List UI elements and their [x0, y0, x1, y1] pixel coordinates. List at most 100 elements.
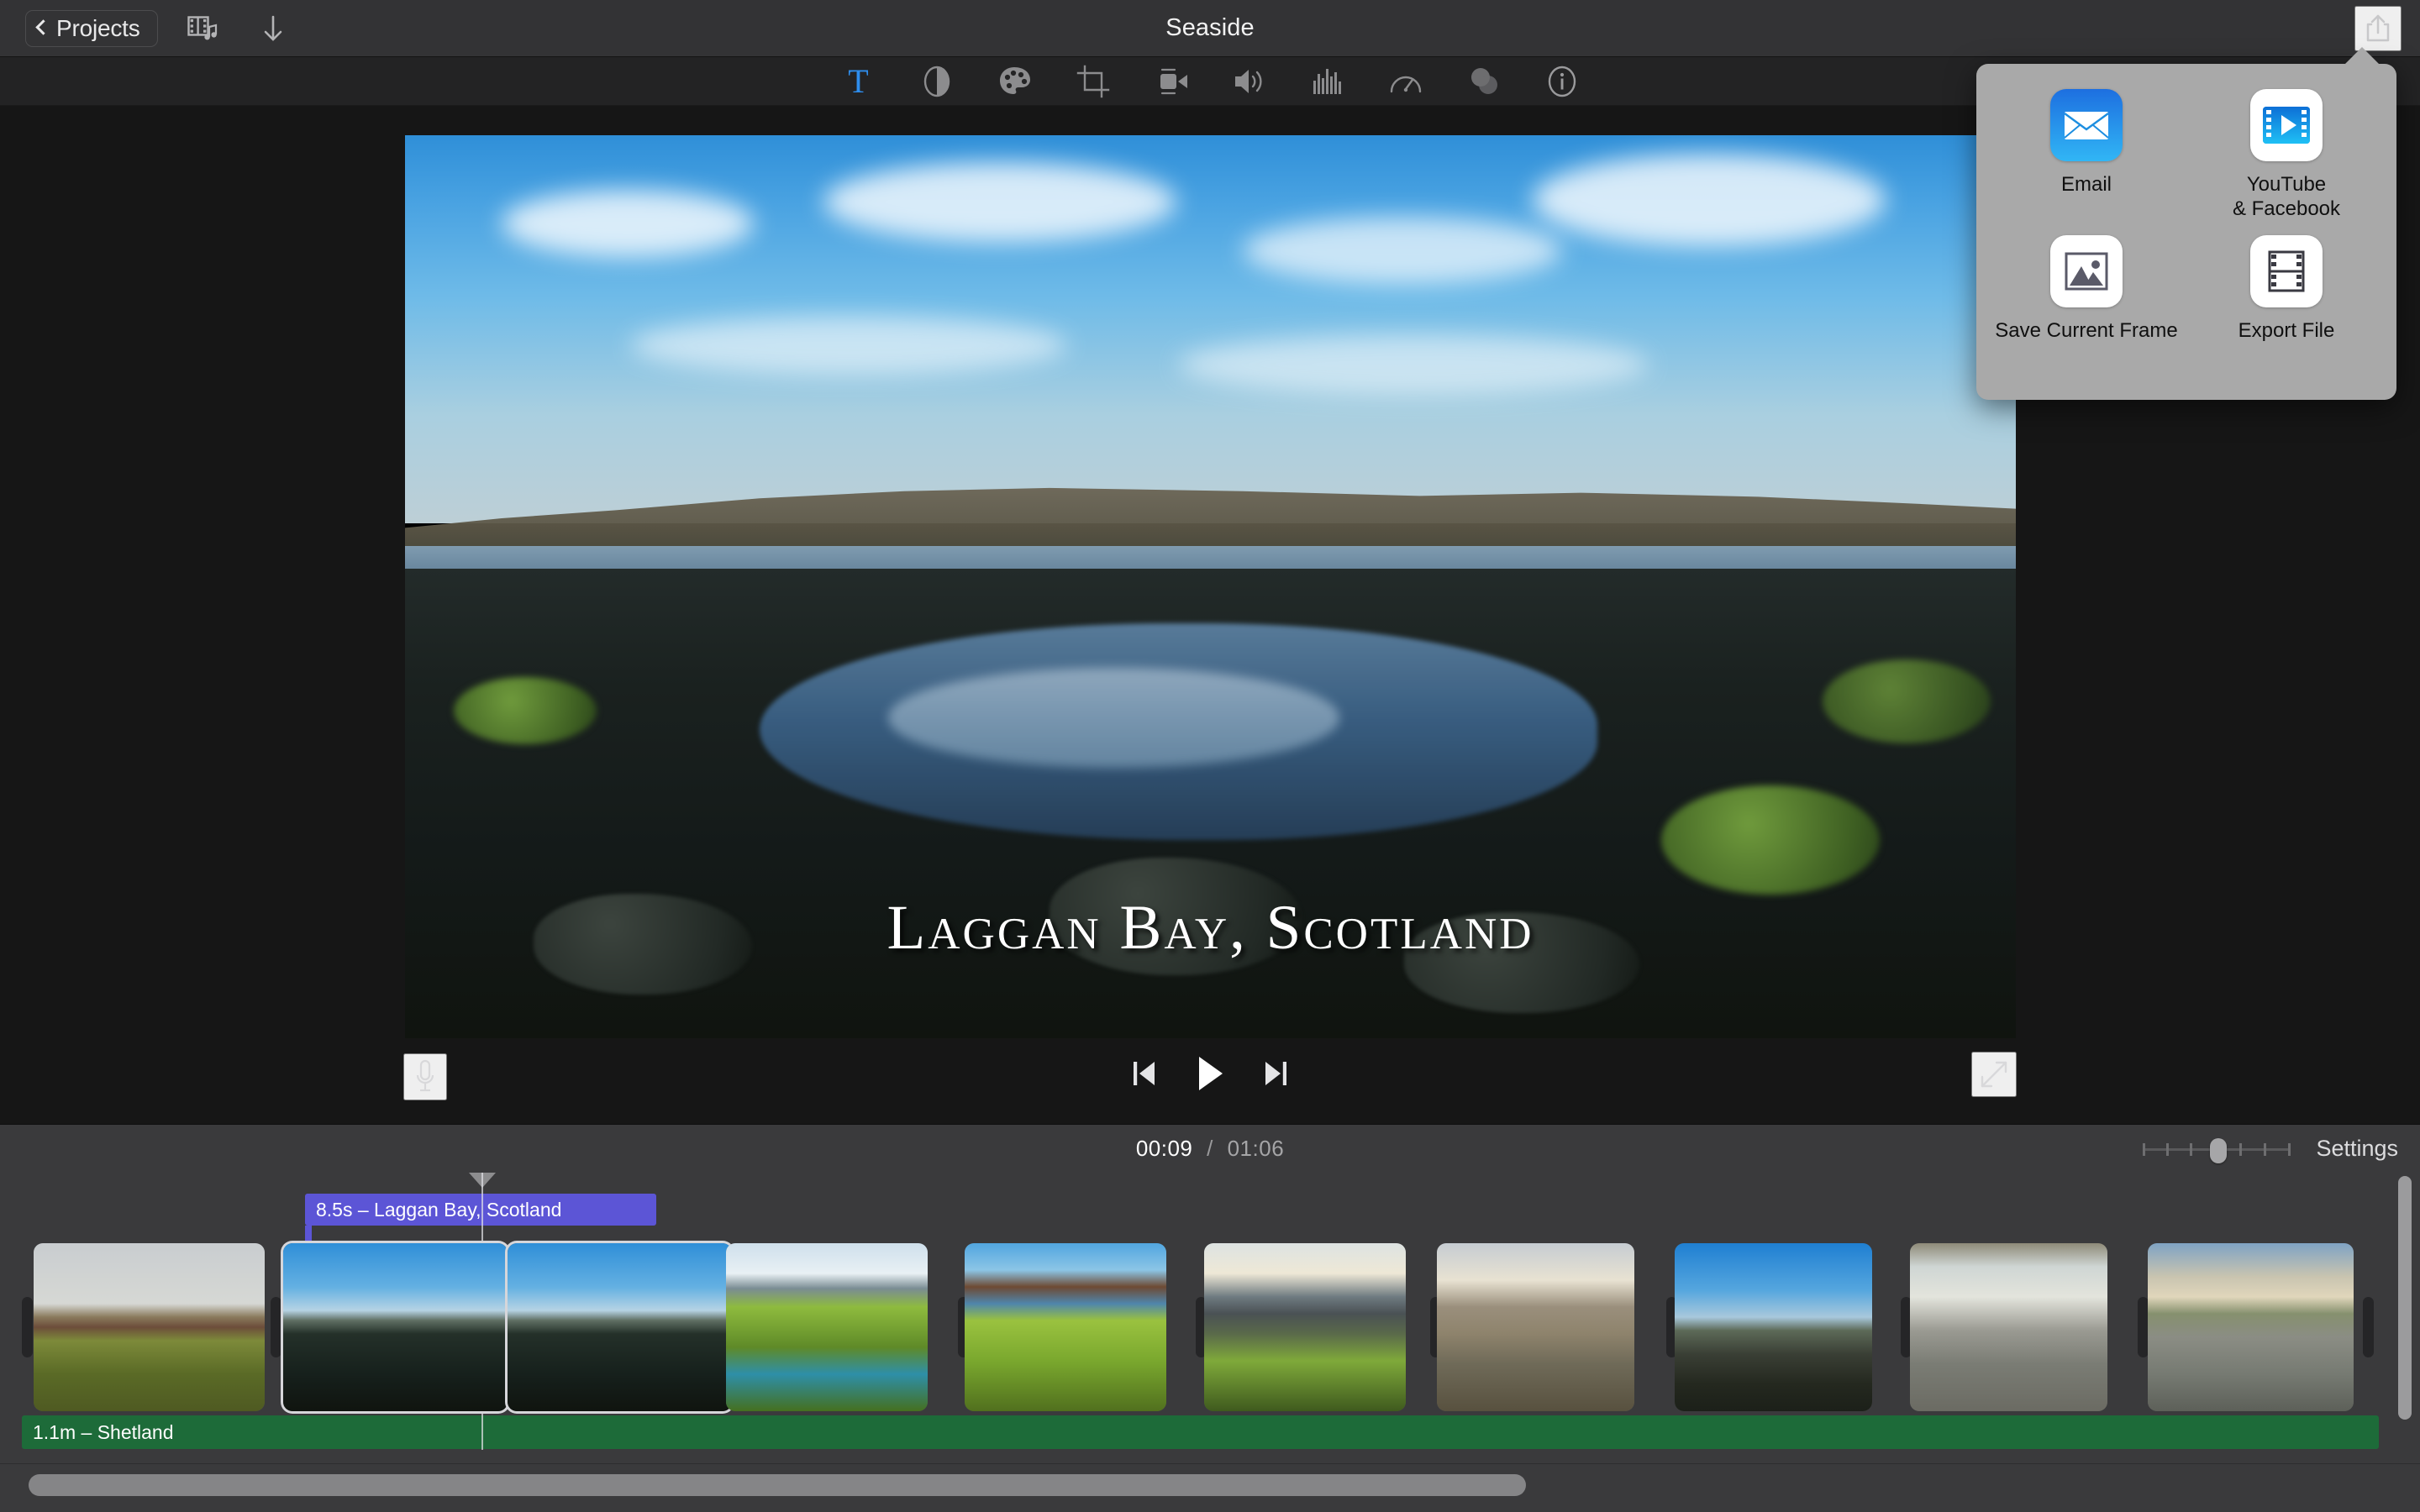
speedometer-icon [1390, 76, 1421, 92]
tool-info[interactable] [1543, 62, 1581, 101]
clip-thumbnail [726, 1243, 928, 1411]
timeline-panel[interactable]: 8.5s – Laggan Bay, Scotland [0, 1173, 2420, 1512]
zoom-slider-tick [2264, 1142, 2267, 1156]
timeline-clip[interactable] [34, 1243, 265, 1411]
timeline-clip[interactable] [1204, 1243, 1406, 1411]
preview-moss [1661, 785, 1881, 895]
preview-cloud [823, 162, 1177, 243]
timeline-vertical-scrollbar[interactable] [2398, 1176, 2412, 1420]
share-popover: Email YouTube & Facebook Save Current Fr… [1976, 64, 2396, 400]
share-youtube-facebook-label: YouTube & Facebook [2232, 173, 2341, 221]
timeline-clip-selected[interactable] [283, 1243, 508, 1411]
timeline-clip[interactable] [1437, 1243, 1634, 1411]
preview-cloud [1532, 153, 1886, 246]
preview-cloud [1178, 333, 1649, 395]
settings-button[interactable]: Settings [2316, 1136, 2398, 1162]
clip-handle[interactable] [271, 1297, 281, 1357]
share-button[interactable] [2354, 6, 2402, 51]
title-overlay-text: Laggan Bay, Scotland [886, 893, 1534, 963]
video-preview[interactable]: Laggan Bay, Scotland [405, 135, 2016, 1038]
title-bar: Projects Seaside [0, 0, 2420, 57]
project-title: Seaside [1165, 14, 1255, 41]
fullscreen-button[interactable] [1971, 1052, 2017, 1097]
total-duration: 01:06 [1227, 1136, 1285, 1161]
share-youtube-facebook[interactable]: YouTube & Facebook [2186, 89, 2386, 235]
back-to-projects-button[interactable]: Projects [25, 9, 158, 47]
skip-next-icon [1265, 1062, 1286, 1085]
tool-volume[interactable] [1230, 62, 1269, 101]
viewer-controls [0, 1033, 2420, 1117]
preview-cloud [1242, 216, 1562, 284]
clip-thumbnail [283, 1243, 508, 1411]
equalizer-icon [1313, 68, 1341, 94]
film-music-icon [187, 15, 217, 39]
preview-cloud [630, 316, 1068, 375]
tool-titles[interactable]: T [839, 62, 878, 101]
play-button[interactable] [1195, 1055, 1225, 1092]
clip-thumbnail [508, 1243, 732, 1411]
clip-thumbnail [34, 1243, 265, 1411]
media-browser-button[interactable] [176, 8, 229, 50]
video-clip-row [0, 1243, 2420, 1411]
timeline-clip[interactable] [726, 1243, 928, 1411]
share-save-current-frame-label: Save Current Frame [1995, 319, 2178, 342]
timeline-clip[interactable] [2148, 1243, 2354, 1411]
toolbar-icon-group: T [839, 62, 1581, 101]
timeline-clip-selected[interactable] [508, 1243, 732, 1411]
skip-to-end-button[interactable] [1262, 1058, 1291, 1089]
timeline-tracks: 8.5s – Laggan Bay, Scotland [0, 1173, 2420, 1450]
clip-handle[interactable] [2363, 1297, 2374, 1357]
import-media-button[interactable] [247, 8, 299, 50]
timecode-display: 00:09 / 01:06 [0, 1136, 2420, 1162]
transport-controls [0, 1055, 2420, 1092]
clip-thumbnail [1675, 1243, 1872, 1411]
share-save-current-frame[interactable]: Save Current Frame [1986, 235, 2186, 381]
tool-clip-filter[interactable] [1465, 62, 1503, 101]
palette-icon [999, 66, 1030, 94]
timecode-separator: / [1207, 1136, 1213, 1161]
tool-color-correction[interactable] [996, 62, 1034, 101]
photo-icon [2050, 235, 2123, 307]
clip-thumbnail [2148, 1243, 2354, 1411]
title-bar-left-group: Projects [0, 8, 299, 50]
envelope-icon [2050, 89, 2123, 161]
clip-thumbnail [965, 1243, 1166, 1411]
timeline-clip[interactable] [1910, 1243, 2107, 1411]
imovie-window: Projects Seaside T Laggan Bay, Scotland … [0, 0, 2420, 1512]
timeline-zoom-slider[interactable] [2143, 1137, 2291, 1163]
share-popover-arrow [2344, 47, 2380, 65]
share-icon [2366, 14, 2390, 42]
clip-handle[interactable] [22, 1297, 33, 1357]
preview-tidepool-highlight [888, 668, 1339, 768]
title-T-icon: T [848, 61, 869, 100]
zoom-slider-tick [2166, 1142, 2170, 1156]
skip-previous-icon [1134, 1062, 1155, 1085]
chevron-left-icon [35, 19, 51, 35]
timeline-title-clip[interactable]: 8.5s – Laggan Bay, Scotland [305, 1194, 656, 1226]
zoom-slider-tick [2239, 1142, 2243, 1156]
video-camera-icon [1160, 68, 1187, 94]
skip-to-start-button[interactable] [1129, 1058, 1158, 1089]
tool-noise-reduction[interactable] [1308, 62, 1347, 101]
play-icon [1199, 1057, 1223, 1090]
preview-moss [453, 677, 597, 744]
timeline-horizontal-scrollbar-track[interactable] [0, 1463, 2420, 1512]
timeline-clip[interactable] [1675, 1243, 1872, 1411]
tool-stabilization[interactable] [1152, 62, 1191, 101]
timeline-audio-clip[interactable]: 1.1m – Shetland [22, 1415, 2379, 1449]
share-export-file[interactable]: Export File [2186, 235, 2386, 381]
timeline-clip[interactable] [965, 1243, 1166, 1411]
share-export-file-label: Export File [2238, 319, 2335, 342]
tool-color-balance[interactable] [918, 62, 956, 101]
crop-icon [1076, 65, 1109, 97]
info-circle-icon [1548, 66, 1576, 97]
preview-cloud [502, 189, 755, 257]
share-email[interactable]: Email [1986, 89, 2186, 235]
tool-speed[interactable] [1386, 62, 1425, 101]
zoom-slider-thumb[interactable] [2210, 1137, 2228, 1163]
zoom-slider-tick [2288, 1142, 2291, 1156]
share-email-label: Email [2060, 173, 2112, 196]
timeline-horizontal-scrollbar-thumb[interactable] [29, 1474, 1526, 1496]
color-balance-icon [923, 66, 950, 97]
tool-crop[interactable] [1074, 62, 1113, 101]
